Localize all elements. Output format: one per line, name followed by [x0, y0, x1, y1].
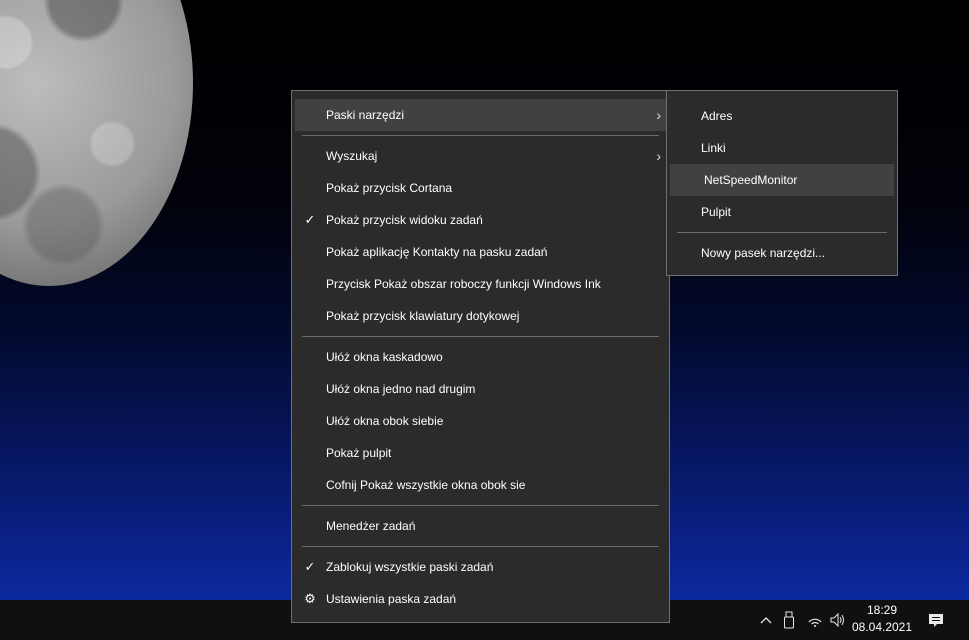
taskbar-context-menu: Paski narzędzi › Wyszukaj › Pokaż przyci… [291, 90, 670, 623]
menu-separator [302, 135, 659, 136]
menu-item-show-cortana[interactable]: Pokaż przycisk Cortana [292, 172, 669, 204]
menu-item-show-task-view[interactable]: ✓ Pokaż przycisk widoku zadań [292, 204, 669, 236]
menu-item-toolbars[interactable]: Paski narzędzi › [295, 99, 666, 131]
menu-item-label: Ułóż okna jedno nad drugim [326, 382, 476, 396]
menu-item-lock-taskbars[interactable]: ✓ Zablokuj wszystkie paski zadań [292, 551, 669, 583]
menu-item-windows-ink[interactable]: Przycisk Pokaż obszar roboczy funkcji Wi… [292, 268, 669, 300]
menu-item-label: Ułóż okna kaskadowo [326, 350, 443, 364]
menu-separator [302, 336, 659, 337]
menu-item-label: Linki [701, 141, 726, 155]
clock-date: 08.04.2021 [851, 620, 913, 634]
menu-item-label: Pokaż aplikację Kontakty na pasku zadań [326, 245, 548, 259]
menu-item-label: Pokaż przycisk Cortana [326, 181, 453, 195]
toolbars-submenu: Adres Linki NetSpeedMonitor Pulpit Nowy … [666, 90, 898, 276]
menu-item-label: Paski narzędzi [326, 108, 405, 122]
menu-item-taskbar-settings[interactable]: ⚙ Ustawienia paska zadań [292, 583, 669, 615]
clock-time: 18:29 [866, 603, 898, 617]
submenu-item-netspeedmonitor[interactable]: NetSpeedMonitor [670, 164, 894, 196]
speaker-icon[interactable] [828, 600, 848, 640]
menu-item-side-by-side[interactable]: Ułóż okna obok siebie [292, 405, 669, 437]
system-clock[interactable]: 18:29 08.04.2021 [848, 602, 916, 638]
menu-item-search[interactable]: Wyszukaj › [292, 140, 669, 172]
menu-item-label: Pokaż przycisk klawiatury dotykowej [326, 309, 520, 323]
gear-icon: ⚙ [304, 591, 316, 606]
menu-item-label: Ustawienia paska zadań [326, 592, 457, 606]
menu-item-label: Pokaż pulpit [326, 446, 392, 460]
menu-item-undo-side-by-side[interactable]: Cofnij Pokaż wszystkie okna obok sie [292, 469, 669, 501]
submenu-arrow-icon: › [656, 148, 661, 164]
menu-separator [302, 505, 659, 506]
submenu-item-desktop[interactable]: Pulpit [667, 196, 897, 228]
submenu-arrow-icon: › [656, 107, 661, 123]
menu-item-label: Zablokuj wszystkie paski zadań [326, 560, 494, 574]
menu-separator [302, 546, 659, 547]
checkmark-icon: ✓ [304, 212, 316, 227]
wifi-icon[interactable] [805, 600, 825, 640]
menu-item-label: Przycisk Pokaż obszar roboczy funkcji Wi… [326, 277, 601, 291]
menu-item-label: NetSpeedMonitor [704, 173, 798, 187]
submenu-item-new-toolbar[interactable]: Nowy pasek narzędzi... [667, 237, 897, 269]
menu-item-label: Adres [701, 109, 733, 123]
show-hidden-icons-chevron-icon[interactable] [756, 600, 776, 640]
menu-item-task-manager[interactable]: Menedżer zadań [292, 510, 669, 542]
menu-item-label: Pulpit [701, 205, 732, 219]
menu-item-cascade-windows[interactable]: Ułóż okna kaskadowo [292, 341, 669, 373]
menu-item-stack-windows[interactable]: Ułóż okna jedno nad drugim [292, 373, 669, 405]
menu-item-show-desktop[interactable]: Pokaż pulpit [292, 437, 669, 469]
menu-item-label: Ułóż okna obok siebie [326, 414, 444, 428]
moon-image [0, 0, 193, 286]
notification-center-icon[interactable] [924, 600, 948, 640]
menu-item-touch-keyboard[interactable]: Pokaż przycisk klawiatury dotykowej [292, 300, 669, 332]
menu-item-label: Nowy pasek narzędzi... [701, 246, 826, 260]
usb-eject-icon[interactable] [779, 600, 799, 640]
menu-item-label: Cofnij Pokaż wszystkie okna obok sie [326, 478, 526, 492]
submenu-item-links[interactable]: Linki [667, 132, 897, 164]
menu-item-label: Wyszukaj [326, 149, 378, 163]
menu-separator [677, 232, 887, 233]
menu-item-label: Pokaż przycisk widoku zadań [326, 213, 483, 227]
submenu-item-address[interactable]: Adres [667, 100, 897, 132]
menu-item-label: Menedżer zadań [326, 519, 416, 533]
menu-item-show-contacts[interactable]: Pokaż aplikację Kontakty na pasku zadań [292, 236, 669, 268]
checkmark-icon: ✓ [304, 559, 316, 574]
